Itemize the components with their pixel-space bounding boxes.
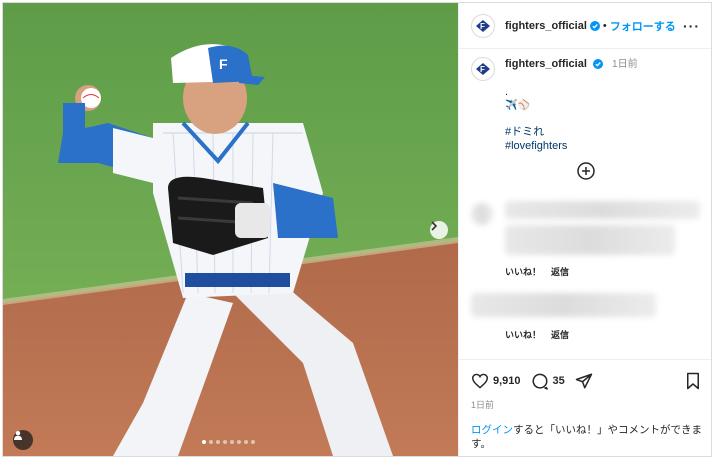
svg-text:F: F	[219, 56, 228, 72]
separator: •	[602, 19, 607, 32]
comment-count[interactable]: 35	[553, 375, 565, 387]
caption-emoji: ✈️⚾	[505, 100, 530, 111]
comment-like-button[interactable]: いいね！	[505, 265, 541, 278]
carousel-dot	[209, 440, 213, 444]
carousel-dot	[223, 440, 227, 444]
blurred-comment-avatar	[471, 203, 493, 225]
caption-line: .	[505, 86, 509, 98]
blurred-comment-text	[505, 225, 675, 255]
login-link[interactable]: ログイン	[471, 424, 513, 436]
chevron-right-icon	[431, 221, 438, 231]
follow-button[interactable]: フォローする	[610, 18, 676, 34]
post-photo[interactable]: F	[3, 3, 458, 456]
share-icon[interactable]	[575, 372, 593, 390]
comment-actions: いいね！ 返信	[505, 265, 569, 278]
carousel-dot	[244, 440, 248, 444]
person-tag-icon	[14, 431, 22, 440]
svg-text:F: F	[480, 65, 485, 74]
like-count[interactable]: 9,910	[493, 375, 521, 387]
fighters-logo-icon: F	[476, 63, 490, 75]
comment-icon[interactable]	[531, 372, 549, 390]
caption-username[interactable]: fighters_official	[505, 58, 587, 70]
more-options-button[interactable]: ···	[683, 18, 700, 34]
comment-actions: いいね！ 返信	[505, 328, 569, 341]
blurred-comment-text	[505, 201, 700, 219]
header-username[interactable]: fighters_official	[505, 20, 587, 32]
carousel-dot	[202, 440, 206, 444]
post-header: F fighters_official • フォローする ···	[459, 3, 711, 49]
post-dialog: F F fighters_official • フォローする ··· F fig…	[2, 2, 712, 457]
caption-avatar[interactable]: F	[471, 57, 495, 81]
player-illustration: F	[3, 3, 458, 456]
carousel-next-button[interactable]	[430, 221, 448, 239]
carousel-dot	[237, 440, 241, 444]
tagged-users-button[interactable]	[13, 430, 33, 450]
load-more-comments-icon[interactable]	[577, 162, 595, 180]
post-caption: F fighters_official 1日前 . ✈️⚾ #ドミれ #love…	[471, 57, 706, 153]
login-prompt: ログインすると「いいね！」やコメントができます。	[471, 423, 706, 451]
carousel-dot	[251, 440, 255, 444]
avatar[interactable]: F	[471, 13, 495, 38]
fighters-logo-icon: F	[476, 19, 490, 32]
post-actions: 9,910 35 1日前	[459, 359, 711, 411]
comment-reply-button[interactable]: 返信	[551, 265, 569, 278]
carousel-dot	[216, 440, 220, 444]
hashtag-link[interactable]: #ドミれ	[505, 125, 706, 139]
post-date[interactable]: 1日前	[471, 398, 701, 411]
verified-badge-icon	[592, 59, 603, 69]
heart-icon[interactable]	[471, 373, 489, 389]
verified-badge-icon	[589, 20, 600, 31]
caption-time[interactable]: 1日前	[612, 59, 638, 70]
comment-like-button[interactable]: いいね！	[505, 328, 541, 341]
blurred-comment-text	[471, 293, 656, 317]
hashtag-link[interactable]: #lovefighters	[505, 139, 706, 153]
carousel-dot	[230, 440, 234, 444]
comment-reply-button[interactable]: 返信	[551, 328, 569, 341]
carousel-dots	[202, 440, 255, 444]
svg-text:F: F	[480, 22, 485, 31]
bookmark-icon[interactable]	[685, 372, 701, 390]
post-side-panel: F fighters_official • フォローする ··· F fight…	[458, 3, 711, 456]
